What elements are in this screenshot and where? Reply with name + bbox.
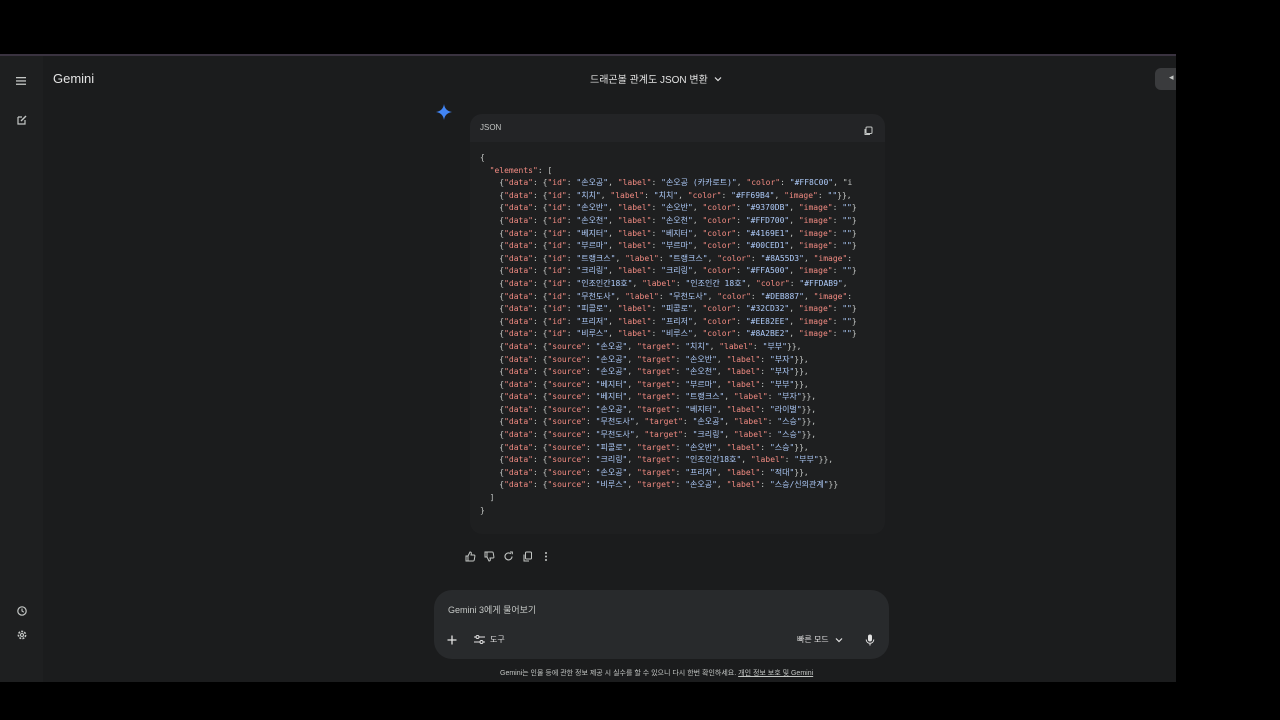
code-block-header: JSON <box>470 114 885 142</box>
copy-response-icon[interactable] <box>521 550 533 562</box>
code-line: {"data": {"id": "손오공", "label": "손오공 (카카… <box>480 178 853 188</box>
tools-label: 도구 <box>490 635 505 644</box>
code-content: { "elements": [ {"data": {"id": "손오공", "… <box>480 152 857 517</box>
code-line: "elements": [ <box>489 165 553 175</box>
chevron-down-icon <box>835 637 843 642</box>
disclaimer-text: Gemini는 인물 등에 관한 정보 제공 시 실수를 할 수 있으니 다시 … <box>500 670 737 677</box>
prompt-input[interactable]: Gemini 3에게 물어보기 <box>448 603 536 616</box>
code-line: {"data": {"id": "피콜로", "label": "피콜로", "… <box>480 304 857 314</box>
tools-sliders-icon <box>474 635 485 644</box>
add-attachment-icon[interactable] <box>446 633 460 647</box>
app-title[interactable]: Gemini <box>53 71 94 86</box>
code-line: {"data": {"id": "베지터", "label": "베지터", "… <box>480 228 857 238</box>
code-line: {"data": {"source": "베지터", "target": "트랭… <box>480 392 817 402</box>
code-line: {"data": {"source": "손오공", "target": "손오… <box>480 367 809 377</box>
code-line: {"data": {"id": "트랭크스", "label": "트랭크스",… <box>480 253 853 263</box>
code-line: {"data": {"id": "부르마", "label": "부르마", "… <box>480 241 857 251</box>
code-line: {"data": {"source": "손오공", "target": "베지… <box>480 404 817 414</box>
gemini-app: Gemini 드래곤볼 관계도 JSON 변환 ◂ JSON { "elemen… <box>0 54 1176 682</box>
copy-code-icon[interactable] <box>863 123 875 135</box>
mode-label: 빠른 모드 <box>797 635 829 644</box>
code-line: { <box>480 153 485 162</box>
activity-history-icon[interactable] <box>11 600 33 622</box>
top-divider <box>0 54 1176 56</box>
menu-icon[interactable] <box>11 70 33 92</box>
new-chat-icon[interactable] <box>11 109 33 131</box>
code-line: {"data": {"id": "손오반", "label": "손오반", "… <box>480 203 857 213</box>
side-rail <box>0 56 43 682</box>
code-line: {"data": {"id": "무천도사", "label": "무천도사",… <box>480 291 853 301</box>
code-line: {"data": {"source": "피콜로", "target": "손오… <box>480 442 809 452</box>
more-options-icon[interactable] <box>540 550 552 562</box>
code-line: {"data": {"source": "손오공", "target": "치치… <box>480 341 802 351</box>
prompt-composer[interactable]: Gemini 3에게 물어보기 도구 빠른 모드 <box>434 590 889 659</box>
code-line: {"data": {"id": "크리링", "label": "크리링", "… <box>480 266 857 276</box>
code-line: {"data": {"source": "손오공", "target": "손오… <box>480 354 809 364</box>
code-block: JSON { "elements": [ {"data": {"id": "손오… <box>470 114 885 534</box>
code-line: {"data": {"source": "손오공", "target": "프리… <box>480 467 809 477</box>
regenerate-icon[interactable] <box>502 550 514 562</box>
response-actions <box>464 550 552 562</box>
code-language-label: JSON <box>480 123 502 132</box>
code-line: {"data": {"id": "치치", "label": "치치", "co… <box>480 190 852 200</box>
share-button[interactable]: ◂ <box>1155 68 1176 90</box>
microphone-icon[interactable] <box>865 633 877 646</box>
code-line: ] <box>480 493 495 503</box>
code-line: } <box>480 505 485 515</box>
privacy-link[interactable]: 개인 정보 보호 및 Gemini <box>738 670 813 677</box>
thumbs-up-icon[interactable] <box>464 550 476 562</box>
model-mode-dropdown[interactable]: 빠른 모드 <box>797 634 843 645</box>
tools-button[interactable]: 도구 <box>474 634 505 645</box>
code-line: {"data": {"id": "프리저", "label": "프리저", "… <box>480 316 857 326</box>
gemini-spark-icon <box>436 104 452 125</box>
chevron-down-icon <box>714 76 722 81</box>
code-line: {"data": {"id": "인조인간18호", "label": "인조인… <box>480 278 848 288</box>
code-line: {"data": {"id": "손오천", "label": "손오천", "… <box>480 215 857 225</box>
code-line: {"data": {"id": "비루스", "label": "비루스", "… <box>480 329 857 339</box>
thumbs-down-icon[interactable] <box>483 550 495 562</box>
share-icon: ◂ <box>1169 72 1174 82</box>
conversation-title: 드래곤볼 관계도 JSON 변환 <box>590 75 708 86</box>
conversation-title-dropdown[interactable]: 드래곤볼 관계도 JSON 변환 <box>590 71 722 86</box>
code-line: {"data": {"source": "무천도사", "target": "크… <box>480 430 817 440</box>
settings-gear-icon[interactable] <box>11 624 33 646</box>
code-line: {"data": {"source": "비루스", "target": "손오… <box>480 480 839 490</box>
footer-disclaimer: Gemini는 인물 등에 관한 정보 제공 시 실수를 할 수 있으니 다시 … <box>500 668 813 678</box>
code-line: {"data": {"source": "크리링", "target": "인조… <box>480 455 834 465</box>
code-line: {"data": {"source": "무천도사", "target": "손… <box>480 417 817 427</box>
code-line: {"data": {"source": "베지터", "target": "부르… <box>480 379 809 389</box>
